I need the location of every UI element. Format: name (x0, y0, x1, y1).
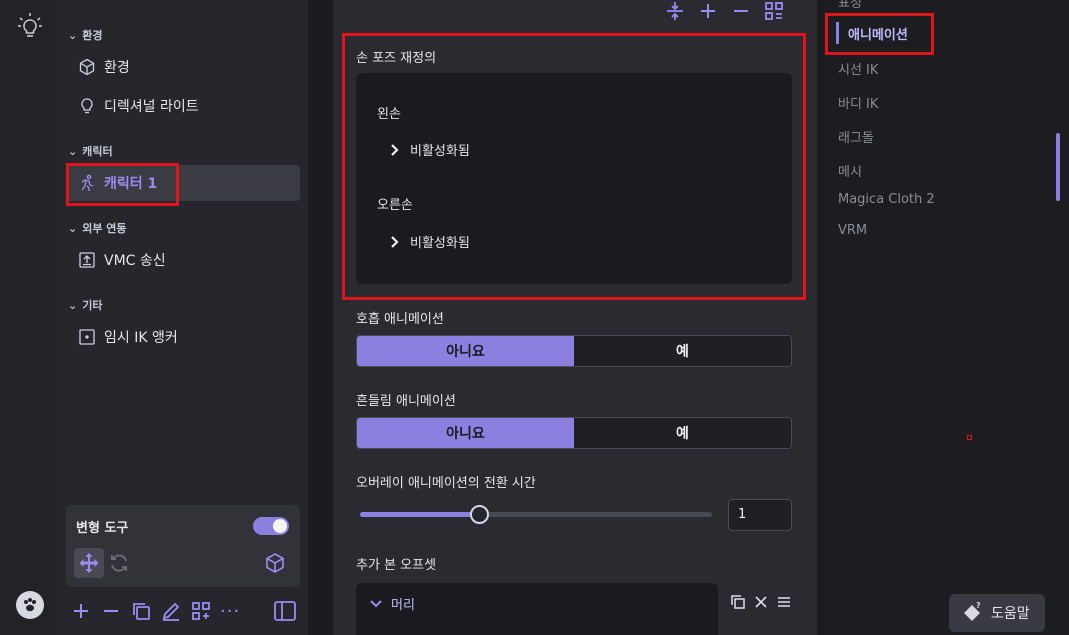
marker-dot (967, 435, 972, 440)
hierarchy-item-light[interactable]: 디렉셔널 라이트 (66, 88, 300, 124)
extra-bone-label: 추가 본 오프셋 (356, 558, 437, 573)
sway-yes-button[interactable]: 예 (574, 418, 791, 448)
highlight-animation-nav (825, 13, 934, 55)
svg-text:?: ? (976, 602, 981, 610)
section-character[interactable]: ⌄ 캐릭터 (68, 143, 113, 159)
breathing-yes-button[interactable]: 예 (574, 336, 791, 366)
nav-item-vrm[interactable]: VRM (838, 223, 867, 238)
overlay-slider[interactable] (360, 505, 712, 524)
collapse-icon[interactable] (664, 0, 686, 22)
cube-icon (78, 58, 96, 76)
nav-item-mesh[interactable]: 메시 (838, 161, 862, 180)
nav-item-body-ik[interactable]: 바디 IK (838, 93, 878, 112)
refresh-icon[interactable] (108, 552, 130, 574)
sway-label: 흔들림 애니메이션 (356, 394, 456, 409)
overlay-label: 오버레이 애니메이션의 전환 시간 (356, 476, 536, 491)
more-icon[interactable]: ··· (220, 601, 240, 622)
breathing-toggle: 아니요 예 (356, 335, 792, 367)
nav-scrollbar[interactable] (1056, 133, 1060, 201)
icon-rail (0, 0, 58, 635)
head-item[interactable]: 머리 (369, 594, 415, 613)
upload-icon (78, 251, 96, 269)
bulb-icon (78, 97, 96, 115)
highlight-character (66, 163, 179, 206)
highlight-hand-pose (342, 33, 806, 300)
hierarchy-item-ik-anchor[interactable]: 임시 IK 앵커 (66, 319, 300, 355)
menu-icon[interactable] (776, 595, 792, 609)
plus-icon[interactable] (70, 600, 92, 622)
section-environment[interactable]: ⌄ 환경 (68, 27, 102, 43)
chevron-down-icon: ⌄ (68, 298, 78, 312)
paw-icon[interactable] (16, 591, 44, 619)
box-icon[interactable] (264, 552, 286, 574)
slider-fill (360, 512, 480, 517)
slider-knob[interactable] (469, 505, 489, 524)
plus-icon[interactable] (697, 0, 719, 22)
overlay-value-input[interactable]: 1 (728, 499, 792, 531)
chevron-down-icon (369, 599, 383, 609)
section-external[interactable]: ⌄ 외부 연동 (68, 220, 127, 236)
breathing-no-button[interactable]: 아니요 (357, 336, 574, 366)
sway-toggle: 아니요 예 (356, 417, 792, 449)
nav-item-gaze-ik[interactable]: 시선 IK (838, 59, 878, 78)
copy-icon[interactable] (730, 594, 746, 610)
section-other[interactable]: ⌄ 기타 (68, 297, 102, 313)
hierarchy-item-environment[interactable]: 환경 (66, 49, 300, 85)
edit-icon[interactable] (160, 600, 182, 622)
anchor-icon (78, 328, 96, 346)
nav-item-ragdoll[interactable]: 래그돌 (838, 127, 874, 146)
transform-tool-toggle[interactable] (253, 517, 289, 535)
sway-no-button[interactable]: 아니요 (357, 418, 574, 448)
copy-icon[interactable] (130, 600, 152, 622)
help-icon: ? (961, 602, 983, 624)
hierarchy-item-vmc[interactable]: VMC 송신 (66, 242, 300, 278)
panel-icon[interactable] (273, 600, 297, 622)
transform-tool-panel: 변형 도구 (66, 505, 300, 587)
nav-item-magica[interactable]: Magica Cloth 2 (838, 192, 935, 207)
nav-item-partial[interactable]: 표정 (838, 0, 862, 11)
grid-icon[interactable] (190, 600, 212, 622)
lightbulb-icon[interactable] (17, 12, 43, 40)
breathing-label: 호흡 애니메이션 (356, 312, 444, 327)
minus-icon[interactable] (100, 600, 122, 622)
inspector-toolbar (664, 0, 785, 22)
hierarchy-toolbar: ··· (70, 600, 240, 622)
chevron-down-icon: ⌄ (68, 221, 78, 235)
move-icon[interactable] (74, 548, 104, 578)
chevron-down-icon: ⌄ (68, 28, 78, 42)
extra-bone-actions (730, 594, 792, 610)
close-icon[interactable] (754, 595, 768, 609)
help-button[interactable]: ? 도움말 (949, 594, 1045, 632)
chevron-down-icon: ⌄ (68, 144, 78, 158)
transform-tool-title: 변형 도구 (76, 521, 129, 536)
grid-icon[interactable] (763, 0, 785, 22)
minus-icon[interactable] (730, 0, 752, 22)
